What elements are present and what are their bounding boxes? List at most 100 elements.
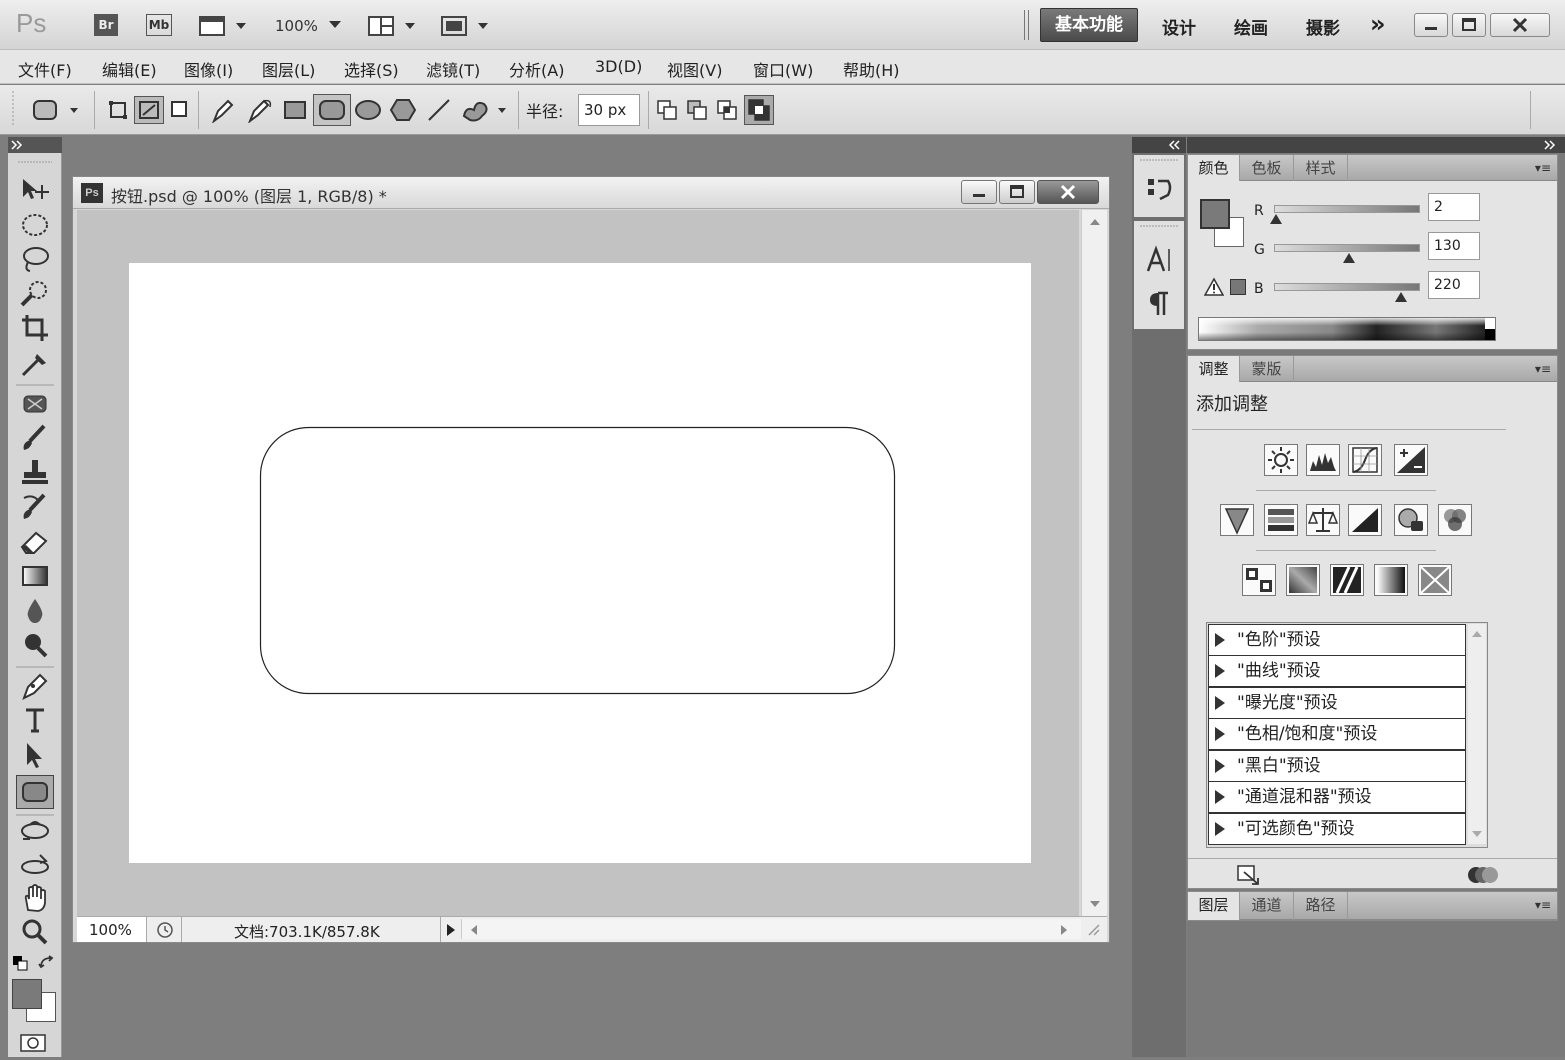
eyedropper-tool-icon[interactable] [18, 348, 52, 378]
document-close-button[interactable] [1037, 180, 1099, 204]
clip-to-layer-icon[interactable] [1236, 864, 1262, 886]
character-panel-icon[interactable] [1146, 245, 1174, 273]
status-menu-arrow-icon[interactable] [445, 923, 457, 937]
spectrum-white-swatch[interactable] [1485, 318, 1495, 329]
menu-3d[interactable]: 3D(D) [595, 57, 642, 76]
radius-input[interactable]: 30 px [578, 94, 640, 126]
levels-preset-item[interactable]: "色阶"预设 [1208, 624, 1466, 656]
levels-button[interactable] [1306, 444, 1340, 476]
r-slider[interactable] [1270, 205, 1420, 224]
shape-layers-icon[interactable] [108, 99, 128, 121]
zoom-level[interactable]: 100% [275, 17, 318, 35]
status-info-icon[interactable] [155, 921, 175, 939]
gamut-color-swatch[interactable] [1230, 279, 1246, 295]
curves-button[interactable] [1348, 444, 1382, 476]
paragraph-panel-icon[interactable] [1148, 289, 1172, 317]
document-title-bar[interactable]: Ps 按钮.psd @ 100% (图层 1, RGB/8) * [73, 177, 1109, 209]
gradient-map-button[interactable] [1374, 564, 1408, 596]
blur-tool-icon[interactable] [18, 596, 52, 626]
color-spectrum-bar[interactable] [1198, 317, 1496, 341]
menu-image[interactable]: 图像(I) [184, 57, 233, 81]
black-white-button[interactable] [1348, 504, 1382, 536]
move-tool-icon[interactable] [18, 175, 52, 205]
more-workspaces-button[interactable]: » [1370, 10, 1386, 38]
b-slider-thumb[interactable] [1394, 292, 1407, 302]
photo-filter-button[interactable] [1394, 504, 1428, 536]
vibrance-button[interactable] [1220, 504, 1254, 536]
color-balance-button[interactable] [1306, 504, 1340, 536]
workspace-photography-button[interactable]: 摄影 [1306, 14, 1340, 39]
scroll-down-icon[interactable] [1089, 900, 1101, 908]
workspace-essentials-button[interactable]: 基本功能 [1040, 8, 1138, 42]
tab-swatches[interactable]: 色板 [1240, 155, 1294, 181]
selective-color-button[interactable] [1418, 564, 1452, 596]
brush-tool-icon[interactable] [18, 423, 52, 453]
zoom-dropdown-icon[interactable] [328, 20, 342, 30]
custom-shape-tool-icon[interactable] [460, 96, 512, 124]
r-value-input[interactable]: 2 [1428, 193, 1480, 221]
pen-tool-icon[interactable] [18, 671, 52, 701]
invert-button[interactable] [1242, 564, 1276, 596]
layers-panel-menu-icon[interactable]: ▾≡ [1535, 898, 1551, 912]
horizontal-scrollbar[interactable] [461, 919, 1081, 939]
tab-layers[interactable]: 图层 [1188, 892, 1240, 920]
channel-mixer-button[interactable] [1438, 504, 1472, 536]
polygon-tool-icon[interactable] [390, 97, 416, 123]
workspace-painting-button[interactable]: 绘画 [1234, 14, 1268, 39]
menu-view[interactable]: 视图(V) [667, 57, 722, 81]
tab-adjustments[interactable]: 调整 [1188, 356, 1240, 382]
selective-color-preset-item[interactable]: "可选颜色"预设 [1208, 813, 1466, 845]
exclude-overlapping-button[interactable] [744, 95, 774, 125]
hand-tool-icon[interactable] [18, 883, 52, 913]
document-restore-button[interactable] [999, 180, 1035, 204]
mini-bridge-button[interactable]: Mb [146, 14, 172, 36]
color-panel-menu-icon[interactable]: ▾≡ [1535, 161, 1551, 175]
tab-color[interactable]: 颜色 [1188, 155, 1240, 181]
threshold-button[interactable] [1330, 564, 1364, 596]
quick-mask-icon[interactable] [20, 1033, 46, 1053]
3d-rotate-tool-icon[interactable] [18, 817, 52, 847]
exposure-button[interactable] [1394, 444, 1428, 476]
b-slider[interactable] [1274, 283, 1420, 302]
exposure-preset-item[interactable]: "曝光度"预设 [1208, 687, 1466, 719]
3d-orbit-tool-icon[interactable] [18, 851, 52, 881]
expand-dock-icon[interactable] [1168, 137, 1184, 153]
rounded-rectangle-tool-button[interactable] [313, 94, 351, 126]
scroll-right-icon[interactable] [1060, 924, 1068, 936]
swap-colors-icon[interactable] [38, 955, 56, 971]
line-tool-icon[interactable] [426, 97, 452, 123]
black-white-preset-item[interactable]: "黑白"预设 [1208, 750, 1466, 782]
tab-styles[interactable]: 样式 [1294, 155, 1348, 181]
crop-tool-icon[interactable] [18, 313, 52, 343]
artboard[interactable] [129, 263, 1031, 863]
default-colors-icon[interactable] [12, 955, 28, 971]
bridge-button[interactable]: Br [94, 14, 118, 36]
dodge-tool-icon[interactable] [18, 630, 52, 660]
menu-help[interactable]: 帮助(H) [843, 57, 900, 81]
pen-tool-icon[interactable] [208, 97, 236, 123]
canvas-area[interactable] [77, 210, 1079, 916]
type-tool-icon[interactable] [18, 705, 52, 735]
paths-mode-button[interactable] [134, 96, 164, 124]
workspace-design-button[interactable]: 设计 [1162, 14, 1196, 39]
healing-brush-tool-icon[interactable] [18, 389, 52, 419]
rectangle-tool-icon[interactable] [283, 99, 307, 121]
adjustment-layer-options-icon[interactable] [1466, 864, 1500, 886]
tool-preset-picker[interactable] [30, 95, 86, 125]
path-selection-tool-icon[interactable] [18, 740, 52, 770]
eraser-tool-icon[interactable] [18, 527, 52, 557]
collapse-panels-icon[interactable] [1541, 137, 1557, 153]
menu-window[interactable]: 窗口(W) [753, 57, 813, 81]
menu-layer[interactable]: 图层(L) [262, 57, 315, 81]
view-extras-button[interactable] [198, 14, 248, 38]
r-slider-thumb[interactable] [1270, 214, 1283, 224]
menu-analysis[interactable]: 分析(A) [509, 57, 564, 81]
scroll-up-icon[interactable] [1471, 630, 1483, 638]
zoom-tool-icon[interactable] [18, 917, 52, 947]
g-slider-thumb[interactable] [1343, 253, 1356, 263]
scroll-up-icon[interactable] [1089, 218, 1101, 226]
zoom-field[interactable]: 100% [77, 917, 147, 942]
resize-grip-icon[interactable] [1085, 921, 1101, 937]
hue-saturation-button[interactable] [1264, 504, 1298, 536]
g-value-input[interactable]: 130 [1428, 232, 1480, 260]
